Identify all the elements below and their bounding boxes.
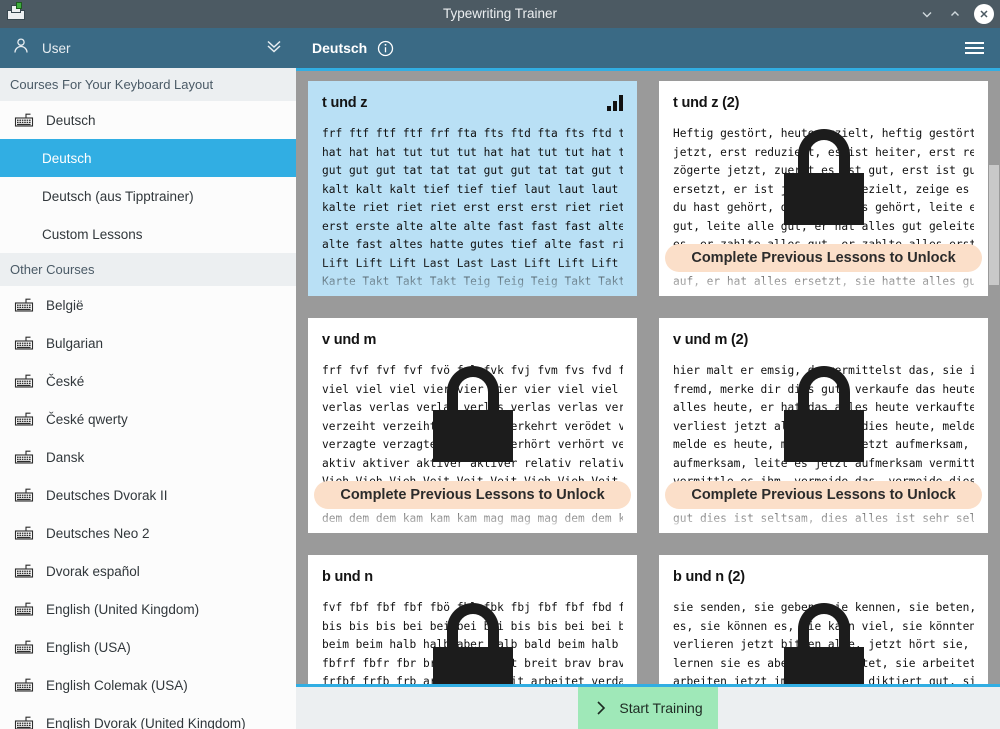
start-training-label: Start Training <box>619 700 702 716</box>
user-profile-bar[interactable]: User <box>0 28 296 68</box>
lesson-grid: t und z frf ftf ftf ftf frf fta fts ftd f… <box>308 81 988 684</box>
info-icon[interactable] <box>377 40 394 57</box>
lesson-card-header: b und n <box>322 569 623 585</box>
lesson-card-header: b und n (2) <box>673 569 974 585</box>
sidebar-item-label: České qwerty <box>46 412 128 427</box>
lesson-preview-text: fvf fbf fbf fbf fbö fbl fbk fbj fbf fbf … <box>322 599 623 684</box>
unlock-message-banner: Complete Previous Lessons to Unlock <box>665 244 982 272</box>
lesson-card[interactable]: b und n fvf fbf fbf fbf fbö fbl fbk fbj f… <box>308 555 637 684</box>
sidebar-item-deutsches-neo-2[interactable]: Deutsches Neo 2 <box>0 514 296 552</box>
lesson-card[interactable]: v und m (2)hier malt er emsig, du vermit… <box>659 318 988 533</box>
lesson-title: v und m (2) <box>673 332 748 348</box>
keyboard-icon <box>14 678 36 692</box>
sidebar-group-header: Courses For Your Keyboard Layout <box>0 68 296 101</box>
keyboard-icon <box>14 336 36 350</box>
lesson-card[interactable]: t und z (2)Heftig gestört, heute erzielt… <box>659 81 988 296</box>
sidebar-item-esk-qwerty[interactable]: České qwerty <box>0 400 296 438</box>
lessons-scrollbar[interactable] <box>988 71 1000 684</box>
start-training-button[interactable]: Start Training <box>578 687 718 729</box>
sidebar-item-label: Deutsch <box>42 151 92 166</box>
lesson-preview-text: sie senden, sie geben, sie kennen, sie b… <box>673 599 974 684</box>
chevron-double-down-icon[interactable] <box>264 37 284 60</box>
lesson-title: t und z <box>322 95 367 111</box>
bar-chart-icon[interactable] <box>607 95 623 111</box>
sidebar: User Courses For Your Keyboard Layout Deu… <box>0 28 296 729</box>
sidebar-item-label: English Colemak (USA) <box>46 678 188 693</box>
sidebar-item-english-usa[interactable]: English (USA) <box>0 628 296 666</box>
sidebar-item-label: České <box>46 374 84 389</box>
sidebar-item-english-colemak-usa[interactable]: English Colemak (USA) <box>0 666 296 704</box>
sidebar-item-label: English (United Kingdom) <box>46 602 199 617</box>
keyboard-icon <box>14 412 36 426</box>
lesson-card[interactable]: v und mfrf fvf fvf fvf fvö fvl fvk fvj f… <box>308 318 637 533</box>
sidebar-item-belgi[interactable]: België <box>0 286 296 324</box>
main-panel: Deutsch t und z frf ftf ftf ftf frf fta f… <box>296 28 1000 729</box>
sidebar-item-bulgarian[interactable]: Bulgarian <box>0 324 296 362</box>
sidebar-item-deutsch-aus-tipptrainer[interactable]: Deutsch (aus Tipptrainer) <box>0 177 296 215</box>
window-controls <box>918 0 1000 28</box>
user-name-label: User <box>42 41 264 56</box>
sidebar-item-esk[interactable]: České <box>0 362 296 400</box>
keyboard-icon <box>14 374 36 388</box>
lesson-card-header: t und z (2) <box>673 95 974 111</box>
app-keyboard-icon <box>4 0 32 28</box>
keyboard-icon <box>14 113 36 127</box>
lesson-card-header: v und m <box>322 332 623 348</box>
sidebar-item-label: Deutsch (aus Tipptrainer) <box>42 189 194 204</box>
sidebar-item-custom-lessons[interactable]: Custom Lessons <box>0 215 296 253</box>
course-list[interactable]: Courses For Your Keyboard Layout Deutsch D… <box>0 68 296 729</box>
maximize-icon[interactable] <box>946 5 964 23</box>
sidebar-item-label: België <box>46 298 84 313</box>
sidebar-item-english-dvorak-united-kingdom[interactable]: English Dvorak (United Kingdom) <box>0 704 296 729</box>
sidebar-item-deutsches-dvorak-ii[interactable]: Deutsches Dvorak II <box>0 476 296 514</box>
window-title: Typewriting Trainer <box>0 0 1000 28</box>
keyboard-icon <box>14 526 36 540</box>
lesson-card[interactable]: b und n (2) sie senden, sie geben, sie ke… <box>659 555 988 684</box>
window-titlebar: Typewriting Trainer <box>0 0 1000 28</box>
sidebar-item-label: Dvorak español <box>46 564 140 579</box>
lesson-title: v und m <box>322 332 376 348</box>
keyboard-icon <box>14 564 36 578</box>
sidebar-item-english-united-kingdom[interactable]: English (United Kingdom) <box>0 590 296 628</box>
sidebar-item-label: Deutsch <box>46 113 96 128</box>
sidebar-item-label: Deutsches Neo 2 <box>46 526 150 541</box>
course-header: Deutsch <box>296 28 1000 68</box>
minimize-icon[interactable] <box>918 5 936 23</box>
lesson-card[interactable]: t und z frf ftf ftf ftf frf fta fts ftd f… <box>308 81 637 296</box>
page-title: Deutsch <box>312 40 367 56</box>
keyboard-icon <box>14 488 36 502</box>
unlock-message-banner: Complete Previous Lessons to Unlock <box>314 481 631 509</box>
lessons-scrollbar-thumb[interactable] <box>989 165 999 285</box>
unlock-message-banner: Complete Previous Lessons to Unlock <box>665 481 982 509</box>
footer-bar: Start Training <box>296 684 1000 729</box>
sidebar-item-dansk[interactable]: Dansk <box>0 438 296 476</box>
keyboard-icon <box>14 450 36 464</box>
keyboard-icon <box>14 298 36 312</box>
sidebar-item-label: English (USA) <box>46 640 131 655</box>
lesson-preview-text: frf ftf ftf ftf frf fta fts ftd fta fts … <box>322 125 623 292</box>
sidebar-item-dvorak-espa-ol[interactable]: Dvorak español <box>0 552 296 590</box>
sidebar-item-label: Deutsches Dvorak II <box>46 488 168 503</box>
lesson-card-header: v und m (2) <box>673 332 974 348</box>
hamburger-menu-icon[interactable] <box>965 42 984 54</box>
sidebar-group-header: Other Courses <box>0 253 296 286</box>
sidebar-item-label: Bulgarian <box>46 336 103 351</box>
lesson-card-header: t und z <box>322 95 623 111</box>
lesson-title: b und n (2) <box>673 569 745 585</box>
lesson-scroll-area[interactable]: t und z frf ftf ftf ftf frf fta fts ftd f… <box>296 71 1000 684</box>
person-icon <box>12 37 30 60</box>
sidebar-item-deutsch[interactable]: Deutsch <box>0 139 296 177</box>
lesson-title: t und z (2) <box>673 95 739 111</box>
sidebar-item-label: Custom Lessons <box>42 227 143 242</box>
sidebar-item-label: English Dvorak (United Kingdom) <box>46 716 246 729</box>
close-icon[interactable] <box>974 4 994 24</box>
keyboard-icon <box>14 602 36 616</box>
chevron-right-icon <box>593 699 609 717</box>
keyboard-icon <box>14 716 36 729</box>
lesson-title: b und n <box>322 569 373 585</box>
sidebar-item-label: Dansk <box>46 450 84 465</box>
sidebar-item-deutsch[interactable]: Deutsch <box>0 101 296 139</box>
keyboard-icon <box>14 640 36 654</box>
